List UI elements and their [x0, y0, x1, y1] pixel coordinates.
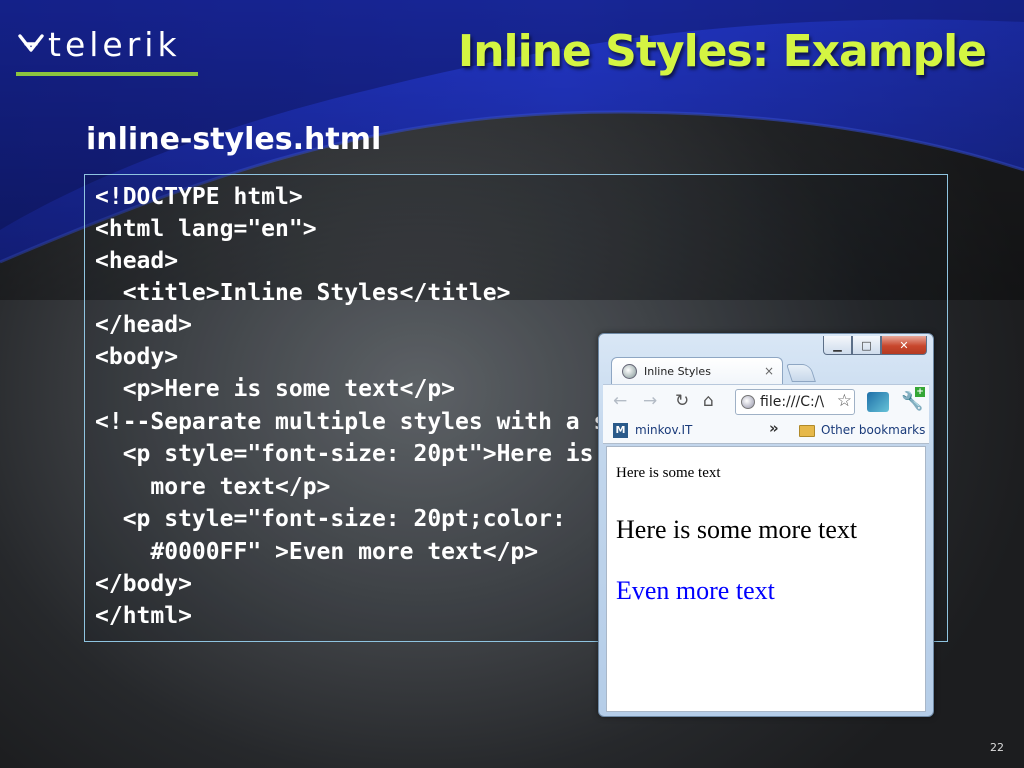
- code-line: <p style="font-size: 20pt;color:: [95, 506, 566, 532]
- slide-title: Inline Styles: Example: [457, 26, 987, 77]
- code-line: </body>: [95, 571, 192, 597]
- maximize-button[interactable]: □: [852, 336, 881, 355]
- forward-arrow-icon[interactable]: →: [643, 391, 657, 411]
- code-line: <title>Inline Styles</title>: [95, 280, 511, 306]
- code-line: more text</p>: [95, 474, 331, 500]
- page-info-icon: [741, 395, 755, 409]
- logo-text: telerik: [48, 25, 181, 64]
- address-bar[interactable]: file:///C:/\ ☆: [735, 389, 855, 415]
- globe-icon: [622, 364, 637, 379]
- code-line: <!DOCTYPE html>: [95, 184, 303, 210]
- other-bookmarks[interactable]: Other bookmarks: [821, 423, 925, 437]
- update-badge-icon: +: [915, 387, 925, 397]
- slide-subtitle: inline-styles.html: [86, 122, 382, 157]
- page-paragraph-1: Here is some text: [616, 465, 721, 481]
- bookmark-minkov-it[interactable]: minkov.IT: [635, 423, 692, 437]
- bookmarks-overflow-icon[interactable]: »: [769, 419, 779, 437]
- folder-icon: [799, 425, 815, 437]
- close-button[interactable]: ✕: [881, 336, 927, 355]
- code-line: </html>: [95, 603, 192, 629]
- bookmarks-bar: M minkov.IT » Other bookmarks: [603, 418, 929, 444]
- new-tab-button[interactable]: [786, 364, 816, 382]
- code-line: <html lang="en">: [95, 216, 317, 242]
- telerik-logo: telerik: [18, 28, 181, 61]
- tab-title: Inline Styles: [644, 365, 711, 378]
- extension-icon[interactable]: [867, 392, 889, 412]
- tab-close-icon[interactable]: ×: [764, 364, 774, 378]
- code-line: #0000FF" >Even more text</p>: [95, 539, 539, 565]
- browser-window: ▁ □ ✕ Inline Styles × ← → ↻ ⌂ file:///C:…: [598, 333, 934, 717]
- code-line: <p style="font-size: 20pt">Here is some: [95, 441, 663, 467]
- code-line: <head>: [95, 248, 179, 274]
- window-controls: ▁ □ ✕: [823, 336, 927, 355]
- home-icon[interactable]: ⌂: [703, 391, 714, 411]
- reload-icon[interactable]: ↻: [675, 391, 689, 411]
- logo-underline: [16, 72, 198, 76]
- code-line: </head>: [95, 312, 192, 338]
- page-paragraph-2: Here is some more text: [616, 515, 858, 544]
- code-line: <p>Here is some text</p>: [95, 376, 456, 402]
- page-paragraph-3: Even more text: [616, 576, 775, 605]
- address-text: file:///C:/\: [760, 394, 825, 410]
- telerik-mark-icon: [18, 33, 44, 52]
- tab-inline-styles[interactable]: Inline Styles ×: [611, 357, 783, 385]
- page-number: 22: [990, 741, 1004, 754]
- browser-toolbar: ← → ↻ ⌂ file:///C:/\ ☆ 🔧 +: [603, 384, 929, 418]
- back-arrow-icon[interactable]: ←: [613, 391, 627, 411]
- star-icon[interactable]: ☆: [837, 391, 852, 411]
- bookmark-favicon-icon: M: [613, 423, 628, 438]
- page-viewport: Here is some text Here is some more text…: [606, 446, 926, 712]
- minimize-button[interactable]: ▁: [823, 336, 852, 355]
- code-line: <body>: [95, 344, 179, 370]
